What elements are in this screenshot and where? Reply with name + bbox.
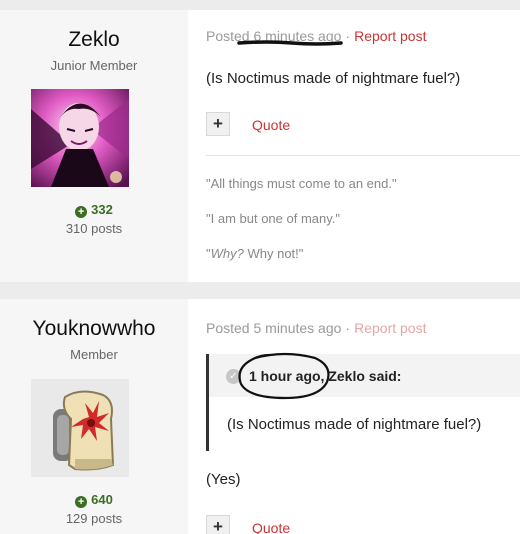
post-meta: Posted 5 minutes ago · Report post xyxy=(206,320,426,336)
quote-button[interactable]: Quote xyxy=(252,117,290,133)
reputation-value: 332 xyxy=(91,202,113,217)
signature-italic: Why? xyxy=(210,246,244,261)
reputation-value: 640 xyxy=(91,492,113,507)
signature-line: "Why? Why not!" xyxy=(206,246,303,261)
avatar[interactable] xyxy=(31,89,129,187)
plus-circle-icon: + xyxy=(75,496,88,508)
author-name[interactable]: Zeklo xyxy=(0,27,188,53)
quote-button[interactable]: Quote xyxy=(252,520,290,534)
forum-page: Zeklo Junior Member + 332 310 posts Post… xyxy=(0,0,520,534)
quote-header[interactable]: ✓ 1 hour ago, Zeklo said: xyxy=(209,354,520,397)
signature-line: "I am but one of many." xyxy=(206,211,340,226)
quote-body: (Is Noctimus made of nightmare fuel?) xyxy=(227,416,482,433)
avatar-image xyxy=(31,89,129,187)
signature-line: "All things must come to an end." xyxy=(206,176,397,191)
post-date-link[interactable]: Posted 6 minutes ago xyxy=(206,28,341,44)
author-panel: Youknowwho Member +640 129 posts xyxy=(0,299,188,534)
post-body: (Is Noctimus made of nightmare fuel?) xyxy=(206,70,461,87)
plus-circle-icon: + xyxy=(75,206,88,218)
author-panel: Zeklo Junior Member + 332 310 posts xyxy=(0,10,188,282)
multiquote-add-button[interactable]: + xyxy=(206,515,230,534)
author-rank: Member xyxy=(70,347,118,362)
meta-separator: · xyxy=(345,28,351,44)
reputation-badge: +640 xyxy=(0,492,188,508)
check-circle-icon: ✓ xyxy=(226,369,241,384)
report-post-link[interactable]: Report post xyxy=(354,28,426,44)
author-rank: Junior Member xyxy=(50,58,138,73)
avatar-image xyxy=(31,379,129,477)
post-meta: Posted 6 minutes ago · Report post xyxy=(206,28,426,44)
meta-separator: · xyxy=(345,320,351,336)
post-body: (Yes) xyxy=(206,471,241,488)
post-content: Posted 5 minutes ago · Report post ✓ 1 hou… xyxy=(206,299,520,534)
signature-divider xyxy=(206,155,520,156)
post-count: 129 posts xyxy=(65,511,123,526)
author-name[interactable]: Youknowwho xyxy=(0,316,188,342)
post-count: 310 posts xyxy=(65,221,123,236)
forum-post: Youknowwho Member +640 129 posts Posted … xyxy=(0,299,520,534)
post-content: Posted 6 minutes ago · Report post (Is Noc… xyxy=(206,10,520,282)
reputation-badge: +332 xyxy=(0,202,188,218)
forum-post: Zeklo Junior Member + 332 310 posts Post… xyxy=(0,10,520,282)
post-date-link[interactable]: Posted 5 minutes ago xyxy=(206,320,341,336)
quoted-post: ✓ 1 hour ago, Zeklo said: (Is Noctimus m… xyxy=(206,354,520,451)
signature-text: Why not!" xyxy=(243,246,304,261)
avatar[interactable] xyxy=(31,379,129,477)
quote-citation[interactable]: 1 hour ago, Zeklo said: xyxy=(249,368,401,384)
multiquote-add-button[interactable]: + xyxy=(206,112,230,136)
report-post-link[interactable]: Report post xyxy=(354,320,426,336)
